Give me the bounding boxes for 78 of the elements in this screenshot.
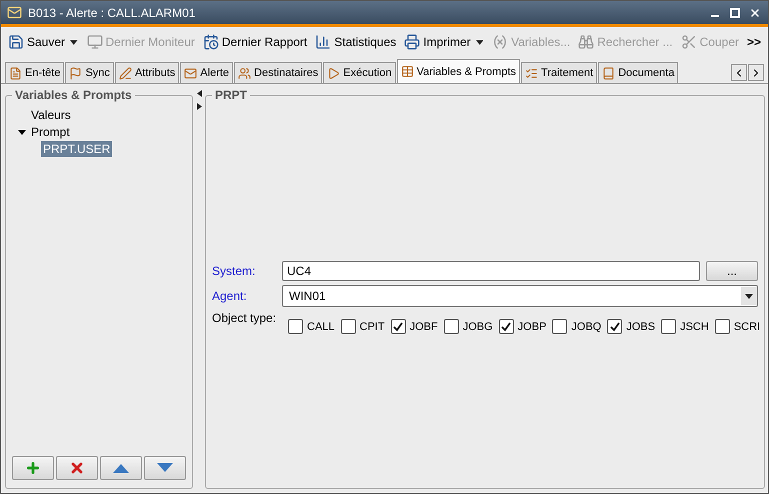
checkbox[interactable] (340, 319, 356, 334)
tab[interactable]: Traitement (521, 62, 598, 83)
bar-chart-icon (315, 34, 332, 50)
add-button[interactable] (12, 456, 54, 480)
up-triangle-icon (112, 463, 130, 473)
expand-right-icon[interactable] (196, 103, 202, 110)
tab[interactable]: Destinataires (234, 62, 322, 83)
checkbox[interactable] (714, 319, 730, 334)
object-type-checkbox[interactable]: JOBP (498, 319, 546, 334)
list-icon (525, 66, 538, 80)
mail-icon (184, 66, 198, 80)
tab[interactable]: Documenta (598, 62, 678, 83)
checkbox[interactable] (390, 319, 406, 334)
toolbar-button[interactable]: Statistiques (312, 32, 400, 52)
object-type-checkbox[interactable]: CALL (288, 319, 335, 334)
toolbar-button[interactable]: Dernier Rapport (200, 32, 310, 52)
tab[interactable]: Variables & Prompts (396, 59, 520, 83)
checkbox[interactable] (607, 319, 622, 334)
tree-item[interactable]: PRPT.USER (41, 140, 112, 156)
play-icon (327, 66, 340, 80)
move-down-button[interactable] (144, 456, 186, 480)
browse-button[interactable]: ... (706, 261, 758, 281)
scissors-icon (680, 34, 697, 50)
move-up-button[interactable] (100, 456, 142, 480)
pen-icon (118, 66, 132, 80)
object-type-checkbox[interactable]: JOBQ (552, 319, 602, 334)
checkbox[interactable] (444, 319, 459, 334)
object-type-checkbox[interactable]: CPIT (340, 319, 385, 334)
cross-icon (69, 460, 85, 476)
toolbar-button[interactable]: Imprimer (401, 32, 474, 52)
field-label: Agent: (212, 289, 248, 303)
binoculars-icon (578, 34, 594, 50)
tab[interactable]: Sync (65, 62, 114, 83)
tree-item[interactable]: Valeurs (29, 106, 73, 122)
object-type-checkbox[interactable]: JOBG (444, 319, 493, 334)
table-icon (400, 65, 414, 78)
calendar-clock-icon (202, 34, 219, 50)
checkbox[interactable] (552, 319, 568, 334)
save-icon (8, 34, 24, 50)
variable-icon (492, 34, 508, 50)
scroll-right-button[interactable] (748, 64, 764, 81)
delete-button[interactable] (56, 456, 98, 480)
object-type-checkbox[interactable]: JSCH (661, 319, 709, 334)
monitor-icon (86, 34, 102, 50)
toolbar-button[interactable]: Sauver (5, 32, 68, 52)
document-icon (9, 66, 22, 80)
panel-title: Variables & Prompts (14, 88, 133, 102)
checkbox[interactable] (498, 319, 514, 334)
flag-icon (69, 66, 82, 80)
checkbox[interactable] (288, 319, 303, 334)
tab[interactable]: Attributs (114, 62, 180, 83)
mail-icon (7, 5, 22, 20)
caret-icon[interactable] (476, 40, 484, 44)
collapse-left-icon[interactable] (196, 90, 202, 97)
tree-item[interactable]: Prompt (29, 124, 72, 140)
scroll-left-button[interactable] (731, 64, 747, 81)
object-type-checkbox[interactable]: JOBF (390, 319, 438, 334)
book-icon (602, 66, 616, 80)
field-label: System: (212, 264, 256, 278)
system-field[interactable]: UC4 (282, 261, 700, 281)
tab[interactable]: Alerte (180, 62, 234, 83)
tab[interactable]: En-tête (5, 62, 64, 83)
object-type-checkbox[interactable]: JOBS (607, 319, 656, 334)
tab[interactable]: Exécution (323, 62, 396, 83)
plus-icon (25, 460, 41, 476)
printer-icon (404, 34, 420, 50)
checkbox[interactable] (661, 319, 676, 334)
down-triangle-icon (156, 463, 174, 473)
agent-dropdown[interactable]: WIN01 (282, 285, 758, 307)
maximize-icon[interactable] (728, 6, 742, 20)
users-icon (238, 66, 252, 80)
panel-title: PRPT (214, 88, 248, 102)
window-title: B013 - Alerte : CALL.ALARM01 (28, 6, 196, 20)
object-type-checkbox[interactable]: SCRI (714, 319, 760, 334)
expander-icon[interactable] (18, 128, 26, 136)
overflow-button[interactable]: >> (744, 33, 764, 51)
field-label: Object type: (212, 311, 278, 325)
caret-icon[interactable] (70, 40, 78, 44)
